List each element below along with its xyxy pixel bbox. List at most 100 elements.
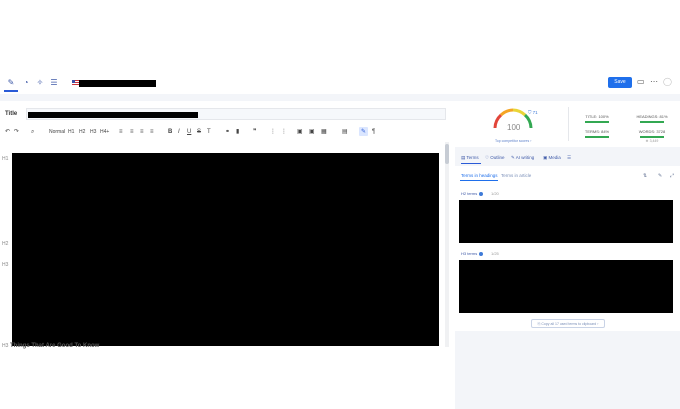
metric-title-label: TITLE: 100% xyxy=(585,114,609,119)
article-heading: Things That Are Good To Know xyxy=(10,343,100,349)
search-icon[interactable]: ⌕ xyxy=(31,128,34,136)
panel-tabs: ▤ Terms ♡ Outline ✎ AI writing ▣ Media ☰ xyxy=(455,152,680,164)
score-card: 100 ⛉ 71 Top competitor scores › TITLE: … xyxy=(455,102,680,147)
metric-words: WORDS: 3728 ⊕ 3,449 xyxy=(635,129,669,143)
competitor-link-text: Top competitor scores xyxy=(495,139,530,143)
clear-format-icon[interactable]: T xyxy=(207,128,211,136)
chat-icon[interactable]: ☰ xyxy=(48,77,60,89)
link-icon[interactable]: ⚭ xyxy=(225,128,230,136)
h2-terms-label-text: H2 terms xyxy=(461,191,478,196)
h3-terms-count: 1/25 xyxy=(491,251,499,256)
terms-card: Terms in headings Terms in article ⇅ ✎ ⤢… xyxy=(455,166,680,331)
tab-more-icon[interactable]: ☰ xyxy=(567,155,571,161)
gutter-h3: H3 xyxy=(2,262,9,268)
sort-icon[interactable]: ⇅ xyxy=(643,173,647,179)
editor-scrollbar[interactable] xyxy=(445,144,449,164)
italic-icon[interactable]: I xyxy=(178,128,180,136)
top-toolbar: ✎ ◔ ✧ ☰ Save ▭ ⋯ ◯ xyxy=(0,75,680,93)
metric-words-sub: ⊕ 3,449 xyxy=(645,139,659,143)
video-icon[interactable]: ▣ xyxy=(309,128,315,136)
tab-terms-label: Terms xyxy=(466,155,479,160)
table-icon[interactable]: ▦ xyxy=(321,128,327,136)
underline-icon[interactable]: U xyxy=(187,128,191,136)
gutter-h1: H1 xyxy=(2,156,9,162)
pen-icon[interactable]: ✎ xyxy=(5,77,17,89)
tab-terms-underline xyxy=(461,163,481,164)
score-divider xyxy=(568,107,569,141)
competitor-link[interactable]: Top competitor scores › xyxy=(495,139,531,143)
format-toolbar: ↶ ↷ ⌕ Normal H1 H2 H3 H4+ ≡ ≡ ≡ ≡ B I U … xyxy=(0,126,452,138)
tab-outline[interactable]: ♡ Outline xyxy=(485,155,505,161)
score-value: 100 xyxy=(507,123,521,132)
format-h4[interactable]: H4+ xyxy=(100,128,109,136)
folder-icon[interactable]: ▭ xyxy=(637,77,645,86)
tab-media-label: Media xyxy=(548,155,561,160)
app-window: ✎ ◔ ✧ ☰ Save ▭ ⋯ ◯ Title ↶ ↷ ⌕ Normal H1… xyxy=(0,0,680,409)
h3-terms-redacted xyxy=(459,260,673,313)
ordered-list-icon[interactable]: ⋮ xyxy=(270,128,276,136)
more-icon[interactable]: ⋯ xyxy=(650,77,658,86)
format-h2[interactable]: H2 xyxy=(79,128,85,136)
editor-pane: Title ↶ ↷ ⌕ Normal H1 H2 H3 H4+ ≡ ≡ ≡ ≡ … xyxy=(0,102,452,409)
h3-terms-label-text: H3 terms xyxy=(461,251,478,256)
gutter-h2: H2 xyxy=(2,241,9,247)
magic-icon[interactable]: ✧ xyxy=(34,77,46,89)
subtab-terms-in-article[interactable]: Terms in article xyxy=(501,173,531,178)
undo-icon[interactable]: ↶ xyxy=(5,128,10,136)
image-icon[interactable]: ▣ xyxy=(297,128,303,136)
target-score: ⛉ 71 xyxy=(528,110,538,115)
copy-terms-button[interactable]: ⎘ Copy all 17 used terms to clipboard › xyxy=(531,319,605,328)
article-content-redacted xyxy=(12,153,439,346)
metric-terms: TERMS: 84% xyxy=(580,129,614,138)
h2-terms-label: H2 terms xyxy=(461,191,484,196)
editor-scrolltrack xyxy=(445,142,449,347)
tab-terms[interactable]: ▤ Terms xyxy=(461,155,479,161)
document-title-redacted xyxy=(79,80,156,87)
edit-icon[interactable]: ✎ xyxy=(658,173,662,179)
target-value: 71 xyxy=(532,110,538,115)
remove-format-icon[interactable]: ¶ xyxy=(372,128,375,136)
metric-title: TITLE: 100% xyxy=(580,114,614,123)
align-center-icon[interactable]: ≡ xyxy=(130,128,134,136)
metric-words-label: WORDS: 3728 xyxy=(638,129,666,134)
save-button[interactable]: Save xyxy=(608,77,632,88)
quote-icon[interactable]: ❞ xyxy=(253,128,257,136)
tab-media[interactable]: ▣ Media xyxy=(543,155,561,161)
h2-terms-redacted xyxy=(459,200,673,243)
align-right-icon[interactable]: ≡ xyxy=(140,128,144,136)
palette-icon[interactable]: ◔ xyxy=(20,77,32,89)
strike-icon[interactable]: S xyxy=(197,128,201,136)
magic-pen-icon[interactable]: ✎ xyxy=(361,128,366,136)
save-label: Save xyxy=(614,79,626,85)
title-label: Title xyxy=(5,111,18,117)
seo-panel: 100 ⛉ 71 Top competitor scores › TITLE: … xyxy=(455,102,680,409)
tab-ai-writing-label: AI writing xyxy=(515,155,535,160)
align-left-icon[interactable]: ≡ xyxy=(119,128,123,136)
bold-icon[interactable]: B xyxy=(168,128,172,136)
copy-terms-label: Copy all 17 used terms to clipboard xyxy=(541,322,597,326)
subtab-terms-in-headings[interactable]: Terms in headings xyxy=(461,173,498,178)
bookmark-icon[interactable]: ▮ xyxy=(236,128,239,136)
h3-terms-label: H3 terms xyxy=(461,251,484,256)
clipboard-icon[interactable]: ▤ xyxy=(342,128,348,136)
bullet-list-icon[interactable]: ⋮ xyxy=(281,128,287,136)
metric-words-sub-value: 3,449 xyxy=(649,139,659,143)
h2-terms-count: 1/20 xyxy=(491,191,499,196)
check-circle-icon[interactable]: ◯ xyxy=(663,77,672,86)
metric-headings-label: HEADINGS: 81% xyxy=(636,114,668,119)
metric-terms-label: TERMS: 84% xyxy=(584,129,610,134)
title-value-redacted xyxy=(28,112,198,118)
format-h3[interactable]: H3 xyxy=(90,128,96,136)
format-h1[interactable]: H1 xyxy=(68,128,74,136)
tab-ai-writing[interactable]: ✎ AI writing xyxy=(511,155,534,161)
align-justify-icon[interactable]: ≡ xyxy=(150,128,154,136)
expand-icon[interactable]: ⤢ xyxy=(670,173,674,179)
active-tab-indicator xyxy=(4,90,18,92)
header-divider xyxy=(0,94,680,101)
us-flag-icon xyxy=(72,80,79,85)
tab-outline-label: Outline xyxy=(490,155,505,160)
metric-headings: HEADINGS: 81% xyxy=(635,114,669,123)
redo-icon[interactable]: ↷ xyxy=(14,128,19,136)
format-normal[interactable]: Normal xyxy=(49,128,65,136)
subtab-underline xyxy=(460,180,498,181)
